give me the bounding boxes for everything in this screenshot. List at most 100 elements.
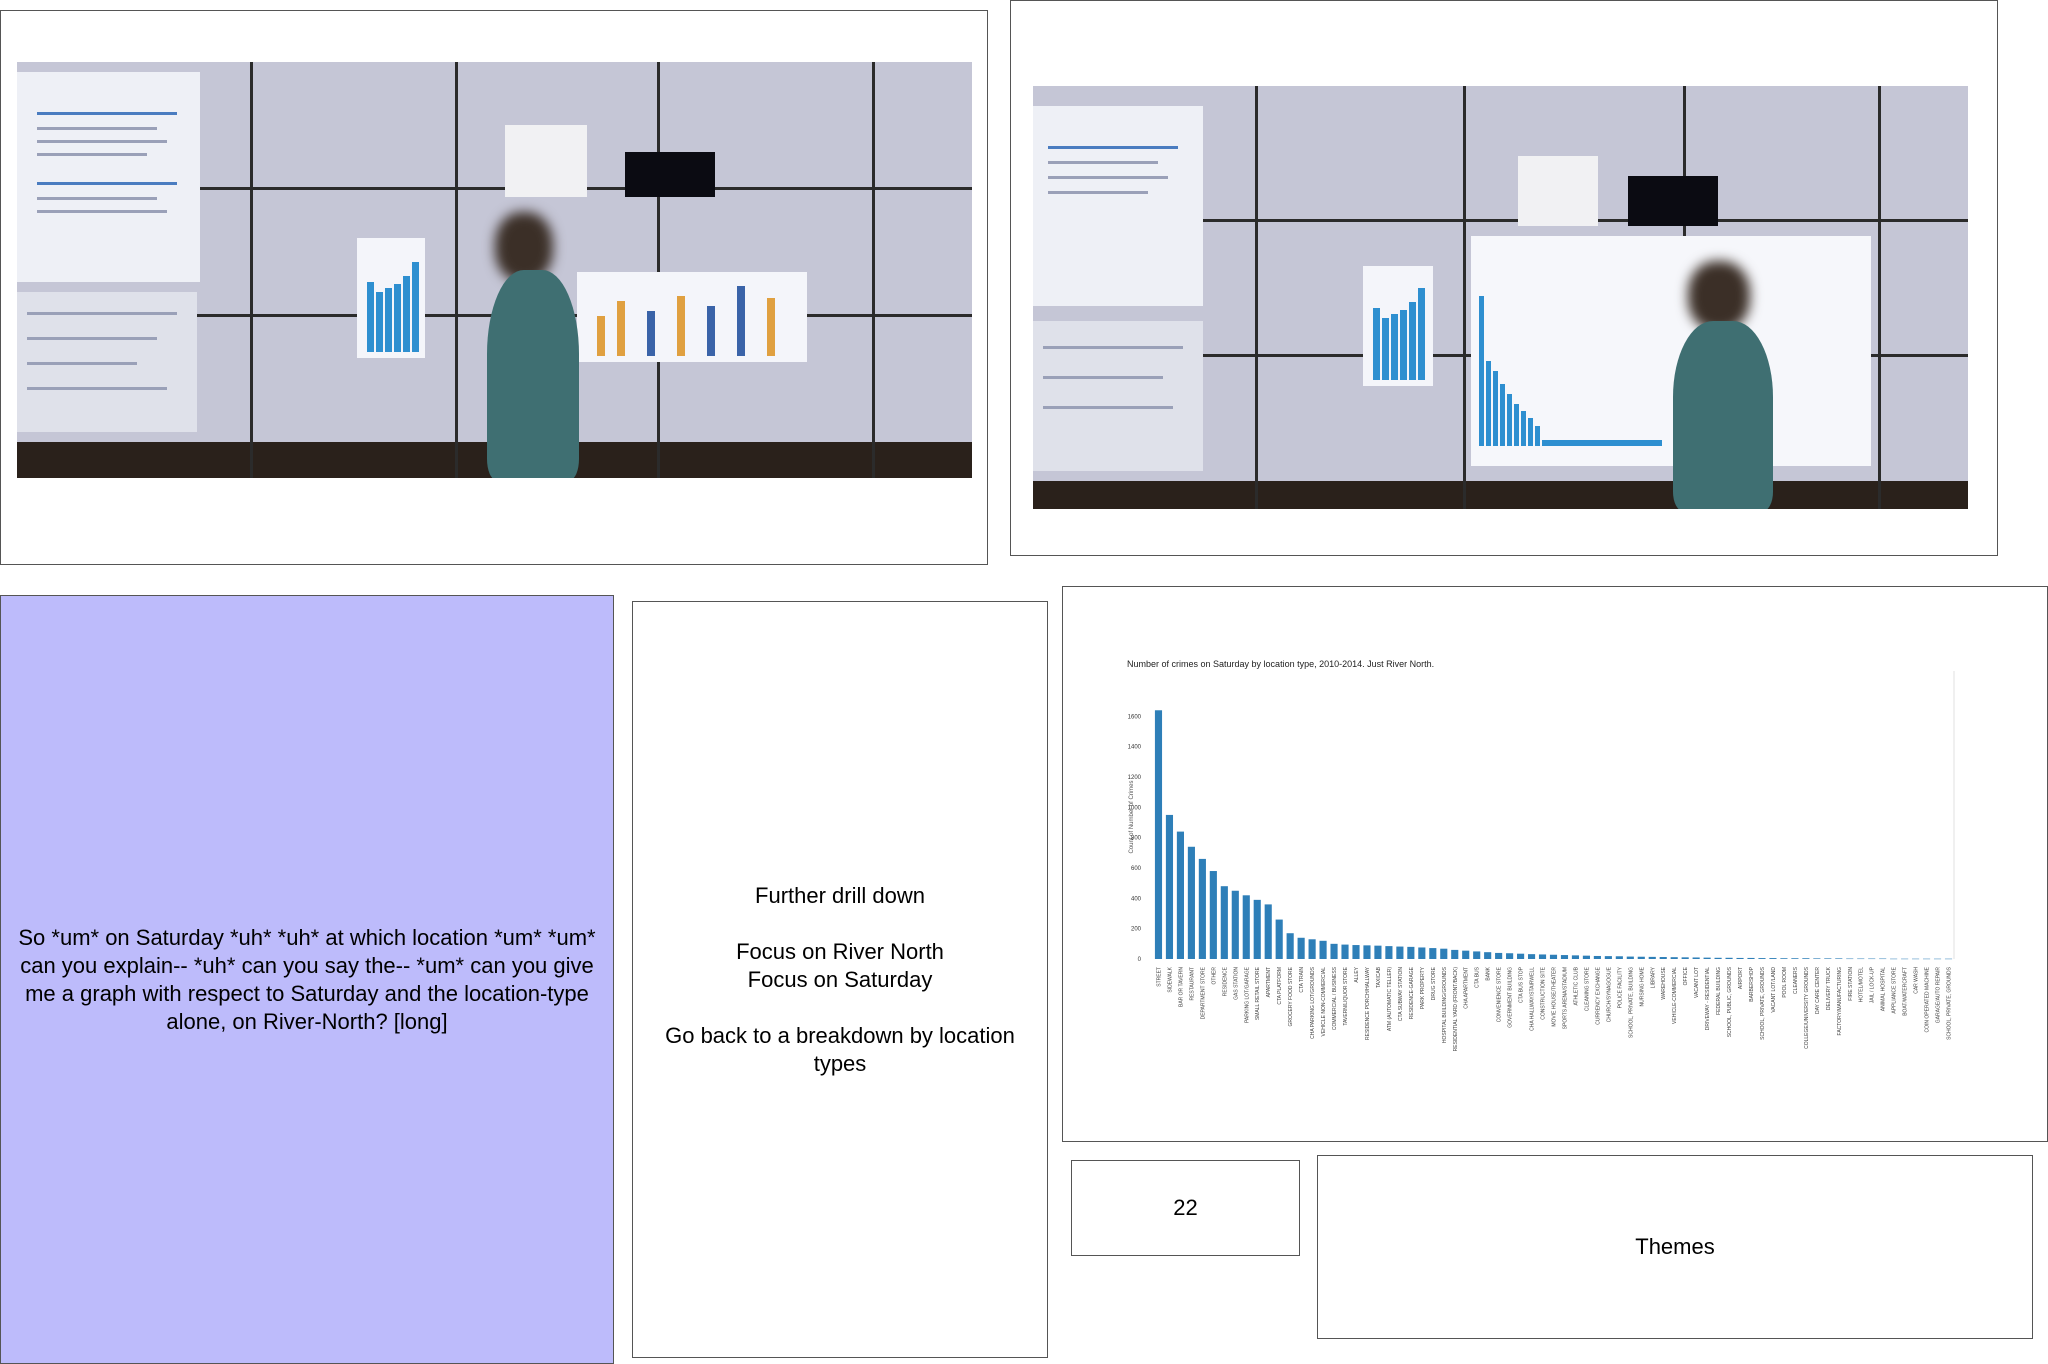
chart-bar xyxy=(1538,954,1547,959)
x-tick-label: CTA BUS xyxy=(1475,966,1481,988)
x-tick-label: SCHOOL, PRIVATE, GROUNDS xyxy=(1947,966,1953,1040)
x-tick-label: CTA BUS STOP xyxy=(1519,966,1525,1003)
x-tick-label: CURRENCY EXCHANGE xyxy=(1595,966,1601,1024)
chart-bar xyxy=(1857,958,1865,960)
x-tick-label: VACANT LOT/LAND xyxy=(1771,967,1777,1013)
chart-bar xyxy=(1868,958,1876,960)
x-tick-label: SMALL RETAIL STORE xyxy=(1255,966,1261,1020)
chart-bar xyxy=(1473,951,1481,959)
chart-bar xyxy=(1571,955,1580,959)
x-tick-label: DAY CARE CENTER xyxy=(1815,967,1821,1014)
chart-bar xyxy=(1549,954,1558,959)
x-tick-label: BANK xyxy=(1486,966,1492,980)
x-tick-label: COIN OPERATED MACHINE xyxy=(1925,966,1931,1032)
x-tick-label: OTHER xyxy=(1211,967,1217,985)
x-tick-label: RESIDENCE PORCH/HALLWAY xyxy=(1365,966,1371,1040)
x-tick-label: POLICE FACILITY xyxy=(1617,966,1623,1008)
x-tick-label: OFFICE xyxy=(1683,966,1689,985)
x-tick-label: ATM (AUTOMATIC TELLER) xyxy=(1387,967,1393,1031)
x-tick-label: VACANT LOT xyxy=(1694,967,1700,998)
x-tick-label: CHURCH/SYNAGOGUE xyxy=(1606,966,1612,1022)
chart-bar xyxy=(1308,939,1316,959)
chart-bar xyxy=(1802,958,1810,959)
x-tick-label: DRIVEWAY - RESIDENTIAL xyxy=(1705,967,1711,1030)
x-tick-label: CTA TRAIN xyxy=(1299,967,1305,993)
chart-bar xyxy=(1198,858,1206,959)
bar-chart: Number of crimes on Saturday by location… xyxy=(1127,659,1955,1052)
chart-bar xyxy=(1824,958,1832,959)
x-tick-label: DEPARTMENT STORE xyxy=(1200,966,1206,1019)
chart-bar xyxy=(1692,957,1700,959)
chart-bar xyxy=(1253,899,1261,959)
note-line-3: Focus on Saturday xyxy=(747,966,933,992)
chart-bar xyxy=(1604,956,1612,959)
x-tick-label: SIDEWALK xyxy=(1167,966,1173,992)
chart-bar xyxy=(1407,946,1415,959)
chart-bar xyxy=(1780,958,1788,959)
x-tick-label: SCHOOL, PRIVATE, BUILDING xyxy=(1628,967,1634,1038)
counter-card: 22 xyxy=(1071,1160,1300,1256)
chart-bar xyxy=(1736,957,1744,959)
chart-bar xyxy=(1626,956,1634,959)
x-tick-label: DRUG STORE xyxy=(1431,966,1437,1000)
chart-bar xyxy=(1813,958,1821,959)
chart-bar xyxy=(1440,948,1448,959)
chart-bar xyxy=(1286,933,1294,959)
x-tick-label: APARTMENT xyxy=(1266,967,1272,997)
x-tick-label: CONVENIENCE STORE xyxy=(1497,966,1503,1022)
note-line-1: Further drill down xyxy=(755,882,925,908)
x-tick-label: COMMERCIAL / BUSINESS xyxy=(1332,966,1338,1030)
chart-bar xyxy=(1846,958,1854,960)
chart-bar xyxy=(1944,958,1953,960)
x-tick-label: RESTAURANT xyxy=(1189,967,1195,1001)
x-tick-label: DELIVERY TRUCK xyxy=(1826,966,1832,1010)
x-tick-label: SPORTS ARENA/STADIUM xyxy=(1562,967,1568,1029)
chart-bar xyxy=(1429,948,1437,959)
x-tick-label: ATHLETIC CLUB xyxy=(1573,966,1579,1005)
chart-bar xyxy=(1912,958,1920,960)
x-tick-label: HOTEL/MOTEL xyxy=(1859,967,1865,1003)
x-tick-label: GOVERNMENT BUILDING xyxy=(1508,967,1514,1028)
chart-bar xyxy=(1231,890,1239,959)
chart-bar xyxy=(1396,946,1404,959)
photo-panel-left xyxy=(0,10,988,565)
y-tick-label: 800 xyxy=(1131,836,1142,842)
chart-bar xyxy=(1703,957,1711,959)
x-tick-label: LIBRARY xyxy=(1650,966,1656,988)
x-tick-label: RESIDENTIAL YARD (FRONT/BACK) xyxy=(1453,967,1459,1052)
x-tick-label: PARKING LOT/GARAGE xyxy=(1244,966,1250,1023)
x-tick-label: CLEANING STORE xyxy=(1584,966,1590,1011)
x-tick-label: FACTORY/MANUFACTURING xyxy=(1837,967,1843,1036)
x-tick-label: CONSTRUCTION SITE xyxy=(1541,966,1547,1019)
chart-bar xyxy=(1363,945,1371,959)
chart-bar xyxy=(1451,949,1459,959)
x-tick-label: CLEANERS xyxy=(1793,966,1799,994)
x-tick-label: SCHOOL, PUBLIC, GROUNDS xyxy=(1727,966,1733,1037)
chart-bar xyxy=(1681,957,1689,959)
y-axis-label: Count of Number of Crimes xyxy=(1129,780,1135,853)
chart-bar xyxy=(1319,940,1327,959)
y-tick-label: 1400 xyxy=(1128,745,1142,751)
x-tick-label: AIRPORT xyxy=(1738,967,1744,989)
chart-bar xyxy=(1330,943,1338,959)
chart-bar xyxy=(1835,958,1843,959)
x-tick-label: POOL ROOM xyxy=(1782,967,1788,998)
y-tick-label: 0 xyxy=(1138,957,1142,963)
x-tick-label: GAS STATION xyxy=(1233,967,1239,1000)
x-tick-label: VEHICLE-COMMERCIAL xyxy=(1672,967,1678,1024)
x-tick-label: CTA SUBWAY STATION xyxy=(1398,967,1404,1021)
notes-card: Further drill down Focus on River North … xyxy=(632,601,1048,1358)
chart-bar xyxy=(1670,957,1678,959)
x-tick-label: BARBERSHOP xyxy=(1749,966,1755,1001)
x-tick-label: WAREHOUSE xyxy=(1661,966,1667,999)
y-tick-label: 400 xyxy=(1131,896,1142,902)
x-tick-label: VEHICLE NON-COMMERCIAL xyxy=(1321,967,1327,1037)
note-line-2: Focus on River North xyxy=(736,938,944,964)
x-tick-label: TAVERN/LIQUOR STORE xyxy=(1343,966,1349,1025)
x-tick-label: PARK PROPERTY xyxy=(1420,966,1426,1009)
x-tick-label: CTA PLATFORM xyxy=(1277,967,1283,1005)
y-tick-label: 1200 xyxy=(1128,775,1142,781)
chart-bar xyxy=(1560,955,1569,959)
x-tick-label: NURSING HOME xyxy=(1639,966,1645,1006)
x-tick-label: APPLIANCE STORE xyxy=(1892,966,1898,1013)
